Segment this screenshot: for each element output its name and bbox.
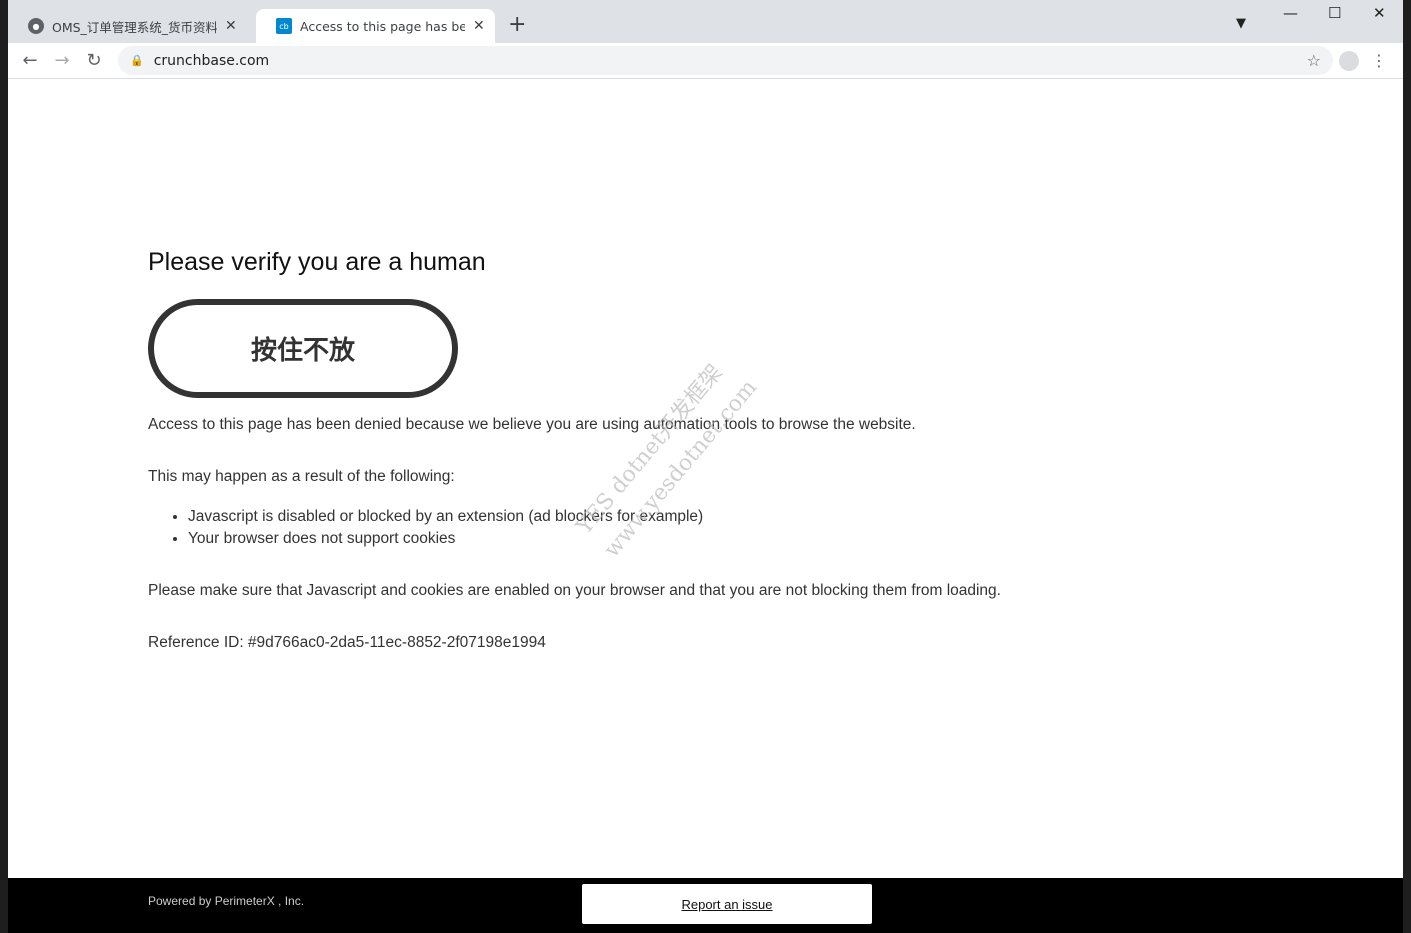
browser-window: ● OMS_订单管理系统_货币资料 - 货 ✕ cb Access to thi… <box>8 0 1403 933</box>
close-tab-icon[interactable]: ✕ <box>473 18 485 34</box>
minimize-icon[interactable]: — <box>1283 4 1298 22</box>
new-tab-icon[interactable]: + <box>508 12 526 37</box>
forward-icon[interactable]: → <box>46 50 78 71</box>
tab-oms[interactable]: ● OMS_订单管理系统_货币资料 - 货 ✕ <box>8 9 247 43</box>
back-icon[interactable]: ← <box>14 50 46 71</box>
crunchbase-favicon-icon: cb <box>276 18 292 34</box>
report-issue-button[interactable]: Report an issue <box>582 884 872 924</box>
toolbar: ← → ↻ 🔒 crunchbase.com ☆ ⋮ <box>8 43 1403 79</box>
page-content: Please verify you are a human 按住不放 Acces… <box>8 80 1403 878</box>
close-window-icon[interactable]: ✕ <box>1373 4 1386 22</box>
reference-id: Reference ID: #9d766ac0-2da5-11ec-8852-2… <box>148 634 546 651</box>
reasons-intro: This may happen as a result of the follo… <box>148 468 455 485</box>
instructions-text: Please make sure that Javascript and coo… <box>148 582 1001 599</box>
reload-icon[interactable]: ↻ <box>78 50 110 71</box>
powered-by-text: Powered by PerimeterX , Inc. <box>148 894 305 908</box>
tab-bar: ● OMS_订单管理系统_货币资料 - 货 ✕ cb Access to thi… <box>8 0 1403 43</box>
tab-access-denied[interactable]: cb Access to this page has been denied ✕ <box>256 9 495 43</box>
profile-avatar-icon[interactable] <box>1339 50 1359 71</box>
page-title: Please verify you are a human <box>148 248 486 276</box>
footer: Powered by PerimeterX , Inc. Report an i… <box>8 878 1403 933</box>
lock-icon: 🔒 <box>130 54 144 67</box>
press-and-hold-button[interactable]: 按住不放 <box>148 299 458 398</box>
menu-icon[interactable]: ⋮ <box>1371 51 1387 70</box>
address-bar[interactable]: 🔒 crunchbase.com ☆ <box>118 46 1333 75</box>
close-tab-icon[interactable]: ✕ <box>225 18 237 34</box>
intro-text: Access to this page has been denied beca… <box>148 416 916 433</box>
tab-search-icon[interactable]: ▼ <box>1236 16 1246 31</box>
maximize-icon[interactable]: ☐ <box>1328 4 1341 22</box>
globe-icon: ● <box>28 18 44 34</box>
bookmark-star-icon[interactable]: ☆ <box>1307 51 1321 70</box>
